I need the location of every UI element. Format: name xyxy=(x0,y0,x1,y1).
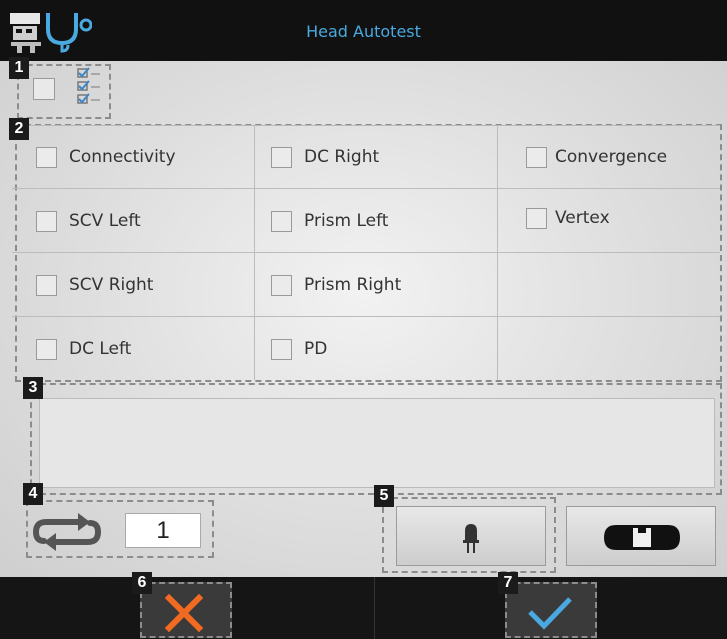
bottom-bar xyxy=(0,577,727,639)
test-label: Prism Right xyxy=(304,275,402,295)
test-option-prism-right[interactable]: Prism Right xyxy=(271,265,401,305)
test-option-dc-right[interactable]: DC Right xyxy=(271,137,379,177)
test-label: SCV Right xyxy=(69,275,154,295)
checkbox[interactable] xyxy=(271,274,292,296)
led-button[interactable] xyxy=(396,506,546,566)
repeat-count-input[interactable]: 1 xyxy=(125,513,201,548)
checkbox[interactable] xyxy=(36,210,57,232)
test-option-scv-right[interactable]: SCV Right xyxy=(36,265,153,305)
title-bar: Head Autotest xyxy=(0,0,727,61)
badge-2: 2 xyxy=(9,118,29,140)
badge-1: 1 xyxy=(9,57,29,79)
confirm-button[interactable] xyxy=(505,582,597,638)
grid-row-divider xyxy=(12,252,720,253)
grid-col-divider xyxy=(254,126,255,380)
checkbox[interactable] xyxy=(526,207,547,229)
test-label: DC Right xyxy=(304,147,380,167)
checkbox[interactable] xyxy=(36,338,57,360)
badge-3: 3 xyxy=(23,377,43,399)
test-option-scv-left[interactable]: SCV Left xyxy=(36,201,141,241)
multi-check-list-icon[interactable] xyxy=(74,67,104,111)
window-title: Head Autotest xyxy=(306,22,421,41)
test-option-vertex[interactable]: Vertex xyxy=(526,198,610,238)
cancel-button[interactable] xyxy=(140,582,232,638)
test-option-prism-left[interactable]: Prism Left xyxy=(271,201,388,241)
test-label: Vertex xyxy=(555,208,610,228)
led-icon xyxy=(463,524,479,553)
checkbox[interactable] xyxy=(271,210,292,232)
confirm-check-icon xyxy=(528,597,572,630)
badge-4: 4 xyxy=(23,483,43,505)
test-label: Convergence xyxy=(555,147,668,167)
message-box xyxy=(39,398,715,488)
bottom-bar-divider xyxy=(374,577,375,639)
test-option-convergence[interactable]: Convergence xyxy=(526,137,667,177)
checkbox[interactable] xyxy=(271,146,292,168)
checkbox[interactable] xyxy=(526,146,547,168)
test-label: SCV Left xyxy=(69,211,141,231)
cancel-x-icon xyxy=(165,594,203,632)
checkbox[interactable] xyxy=(271,338,292,360)
level-button[interactable] xyxy=(566,506,716,566)
level-icon xyxy=(604,525,680,550)
test-label: DC Left xyxy=(69,339,132,359)
select-all-checkbox[interactable] xyxy=(33,78,55,100)
grid-row-divider xyxy=(12,316,720,317)
badge-5: 5 xyxy=(374,485,394,507)
checkbox[interactable] xyxy=(36,146,57,168)
checkbox[interactable] xyxy=(36,274,57,296)
grid-row-divider xyxy=(12,188,720,189)
grid-col-divider xyxy=(497,126,498,380)
test-label: PD xyxy=(304,339,328,359)
test-label: Prism Left xyxy=(304,211,389,231)
test-option-connectivity[interactable]: Connectivity xyxy=(36,137,176,177)
badge-6: 6 xyxy=(132,572,152,594)
badge-7: 7 xyxy=(498,572,518,594)
repeat-icon[interactable] xyxy=(30,511,104,553)
test-option-pd[interactable]: PD xyxy=(271,329,327,369)
test-grid: Connectivity DC Right Convergence SCV Le… xyxy=(12,125,720,380)
test-option-dc-left[interactable]: DC Left xyxy=(36,329,131,369)
test-label: Connectivity xyxy=(69,147,176,167)
